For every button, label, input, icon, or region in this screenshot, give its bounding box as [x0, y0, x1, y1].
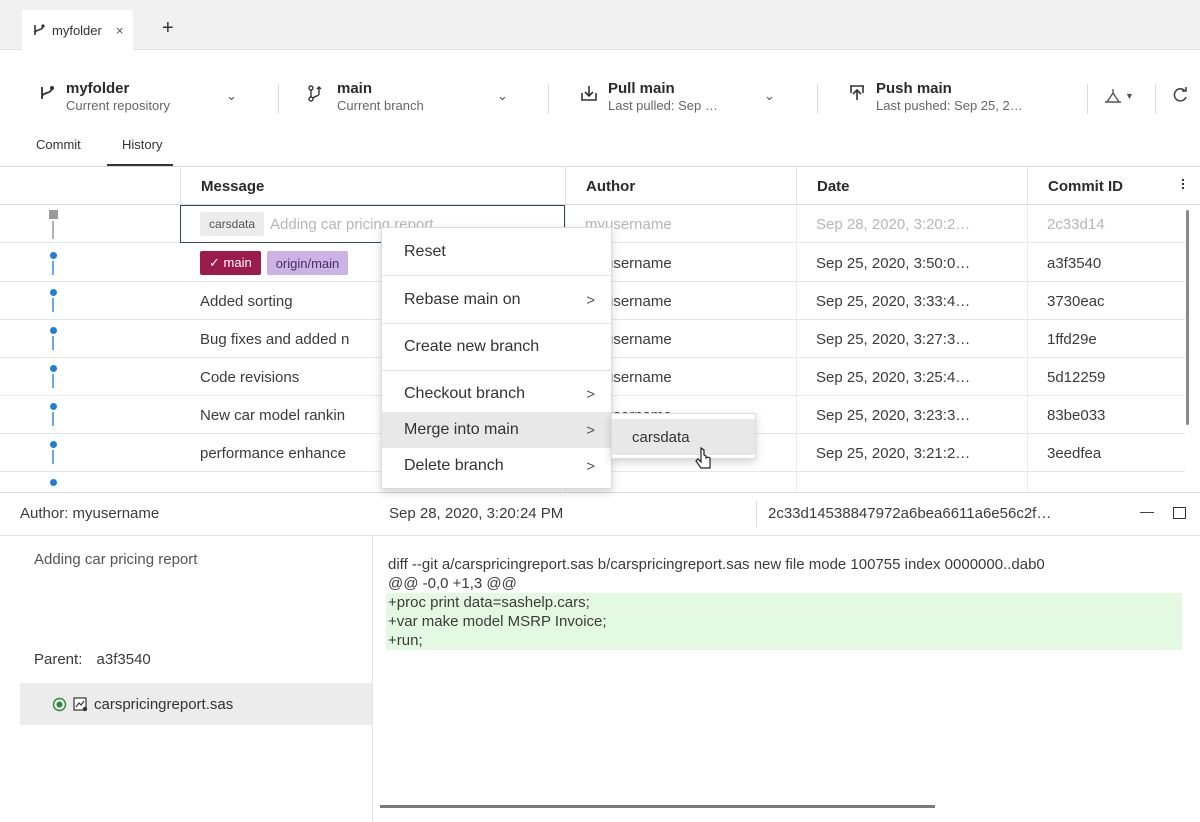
filter-icon — [1104, 88, 1122, 104]
repository-name: myfolder — [66, 80, 130, 97]
date-cell: Sep 25, 2020, 3:27:3… — [816, 330, 971, 348]
date-cell: Sep 25, 2020, 3:50:0… — [816, 254, 971, 272]
branch-dropdown-icon[interactable]: ⌄ — [497, 88, 508, 104]
minimize-pane-button[interactable]: — — [1140, 503, 1154, 519]
graph-node — [50, 479, 57, 486]
context-menu: Reset Rebase main on > Create new branch … — [381, 227, 612, 489]
submenu-arrow-icon: > — [586, 385, 595, 403]
toolbar-divider — [548, 84, 549, 114]
repository-icon — [38, 84, 56, 102]
maximize-pane-button[interactable] — [1173, 507, 1186, 519]
diff-added-line: +var make model MSRP Invoice; — [386, 612, 1182, 631]
push-icon — [848, 84, 866, 102]
changed-file-item[interactable]: carspricingreport.sas — [20, 683, 372, 725]
toolbar-divider — [278, 84, 279, 114]
remote-branch-tag[interactable]: origin/main — [266, 251, 349, 275]
pull-subtitle: Last pulled: Sep … — [608, 98, 718, 113]
diff-view: diff --git a/carspricingreport.sas b/car… — [386, 555, 1200, 650]
menu-item-create-branch[interactable]: Create new branch — [382, 329, 611, 365]
commit-id-cell: 1ffd29e — [1047, 330, 1097, 348]
repo-branch-icon — [32, 23, 46, 37]
repository-dropdown-icon[interactable]: ⌄ — [226, 88, 237, 104]
repository-selector[interactable]: myfolder Current repository — [38, 80, 170, 114]
branch-subtitle: Current branch — [337, 98, 424, 113]
tab-commit[interactable]: Commit — [36, 137, 81, 152]
menu-item-checkout-branch[interactable]: Checkout branch > — [382, 376, 611, 412]
branch-icon — [307, 84, 327, 102]
date-cell: Sep 25, 2020, 3:33:4… — [816, 292, 971, 310]
parent-commit: Parent: a3f3540 — [34, 651, 151, 668]
menu-item-merge-into-main[interactable]: Merge into main > — [382, 412, 611, 448]
mouse-cursor-icon — [695, 447, 715, 473]
branch-selector[interactable]: main Current branch — [307, 80, 424, 114]
pull-icon — [580, 84, 598, 102]
menu-item-reset[interactable]: Reset — [382, 234, 611, 270]
toolbar-divider — [817, 84, 818, 114]
table-vertical-scrollbar[interactable] — [1186, 210, 1189, 425]
refresh-icon[interactable] — [1171, 86, 1189, 104]
detail-commit-id: 2c33d14538847972a6bea6611a6e56c2f… — [768, 505, 1052, 522]
commit-id-cell: 3eedfea — [1047, 444, 1102, 462]
menu-item-rebase[interactable]: Rebase main on > — [382, 282, 611, 318]
tab-label: myfolder — [52, 22, 102, 38]
merge-submenu: carsdata — [611, 413, 756, 459]
column-header-message[interactable]: Message — [180, 167, 565, 205]
detail-author: Author: myusername — [20, 505, 160, 522]
history-table-header: Message Author Date Commit ID — [0, 166, 1200, 205]
date-cell: Sep 25, 2020, 3:25:4… — [816, 368, 971, 386]
diff-added-line: +proc print data=sashelp.cars; — [386, 593, 1182, 612]
date-cell: Sep 25, 2020, 3:21:2… — [816, 444, 971, 462]
column-header-date[interactable]: Date — [796, 167, 1027, 205]
commit-id-cell: 3730eac — [1047, 292, 1105, 310]
diff-added-line: +run; — [386, 631, 1182, 650]
detail-commit-message: Adding car pricing report — [34, 551, 198, 568]
detail-date: Sep 28, 2020, 3:20:24 PM — [389, 505, 564, 522]
push-button[interactable]: Push main Last pushed: Sep 25, 2… — [848, 80, 1023, 114]
push-title: Push main — [876, 80, 952, 97]
branch-name: main — [337, 80, 373, 97]
diff-horizontal-scrollbar[interactable] — [380, 805, 935, 808]
column-header-commit-id[interactable]: Commit ID — [1027, 167, 1157, 205]
column-header-author[interactable]: Author — [565, 167, 796, 205]
pull-button[interactable]: Pull main Last pulled: Sep … — [580, 80, 718, 114]
date-cell: Sep 25, 2020, 3:23:3… — [816, 406, 971, 424]
date-cell: Sep 28, 2020, 3:20:2… — [816, 215, 971, 233]
filter-caret-icon: ▼ — [1125, 91, 1134, 101]
tab-strip — [0, 0, 1200, 50]
tab-history[interactable]: History — [122, 137, 162, 152]
repository-subtitle: Current repository — [66, 98, 171, 113]
submenu-arrow-icon: > — [586, 457, 595, 475]
sas-file-icon — [73, 696, 88, 712]
submenu-arrow-icon: > — [586, 421, 595, 439]
parent-label: Parent: — [34, 651, 83, 668]
submenu-item-carsdata[interactable]: carsdata — [612, 419, 755, 455]
pane-divider[interactable] — [372, 536, 373, 822]
new-tab-button[interactable]: + — [162, 18, 174, 38]
file-name: carspricingreport.sas — [94, 695, 234, 713]
column-options-icon[interactable] — [1180, 177, 1186, 193]
tab-myfolder[interactable]: myfolder × — [22, 10, 134, 50]
parent-commit-id[interactable]: a3f3540 — [97, 651, 151, 668]
diff-line: @@ -0,0 +1,3 @@ — [388, 575, 517, 592]
toolbar-divider — [1155, 84, 1156, 114]
pull-dropdown-icon[interactable]: ⌄ — [764, 88, 775, 104]
close-tab-icon[interactable]: × — [116, 23, 124, 38]
commit-detail-bar: Author: myusername Sep 28, 2020, 3:20:24… — [0, 492, 1200, 536]
submenu-arrow-icon: > — [586, 291, 595, 309]
commit-id-cell: a3f3540 — [1047, 254, 1102, 272]
current-branch-tag[interactable]: ✓ main — [200, 251, 261, 275]
diff-line: diff --git a/carspricingreport.sas b/car… — [388, 556, 1045, 573]
pull-title: Pull main — [608, 80, 675, 97]
filter-button[interactable]: ▼ — [1104, 88, 1134, 104]
menu-item-delete-branch[interactable]: Delete branch > — [382, 448, 611, 484]
commit-id-cell: 2c33d14 — [1047, 215, 1105, 233]
added-status-icon — [52, 697, 67, 712]
commit-id-cell: 83be033 — [1047, 406, 1106, 424]
push-subtitle: Last pushed: Sep 25, 2… — [876, 98, 1023, 113]
commit-id-cell: 5d12259 — [1047, 368, 1106, 386]
toolbar-divider — [1087, 84, 1088, 114]
